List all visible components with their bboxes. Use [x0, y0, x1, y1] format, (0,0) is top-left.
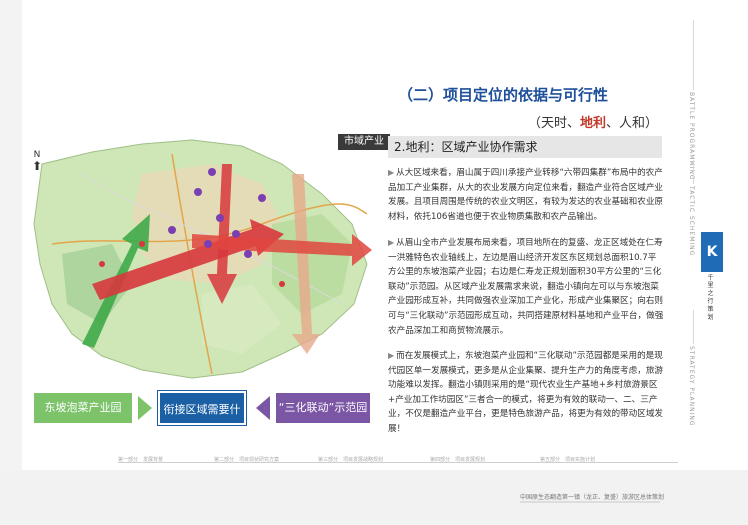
bullet-icon: ▶ [388, 351, 395, 360]
bullet-icon: ▶ [388, 168, 395, 177]
regional-industry-map [22, 134, 380, 380]
box-three-link-park: “三化联动”示范园 [276, 393, 370, 423]
subtitle-pre: （天时、 [528, 116, 581, 131]
paragraph-3-text: 而在发展模式上，东坡泡菜产业园和“三化联动”示范园都是采用的是现代园区单一发展模… [388, 351, 664, 434]
section-heading: 2.地利：区域产业协作需求 [388, 136, 662, 158]
footer-step: 第五部分 项目实施计划 [540, 457, 596, 463]
paragraph-1-text: 从大区域来看，眉山属于四川承接产业转移“六带四集群”布局中的农产品加工产业集群，… [388, 168, 664, 222]
footer-step: 第四部分 项目发展规划 [430, 457, 486, 463]
brand-logo-text: 千 里 之 行 策 划 [706, 274, 713, 320]
arrow-left-icon [256, 396, 270, 420]
map-graphic [22, 134, 380, 380]
brand-logo: K [701, 232, 723, 272]
sidebar-strategy-planning: STRATEGY PLANNING [688, 346, 695, 427]
sidebar-rule [693, 160, 694, 184]
footer-step: 第二部分 项目现状研究方案 [214, 457, 280, 463]
paragraph-2: ▶ 从眉山全市产业发展布局来看，项目地所在的复盛、龙正区域处在仁寿一洪雅特色农业轴… [388, 236, 664, 338]
page-title: （二）项目定位的依据与可行性 [398, 86, 609, 104]
paragraph-3: ▶ 而在发展模式上，东坡泡菜产业园和“三化联动”示范园都是采用的是现代园区单一发展… [388, 349, 664, 437]
subtitle-post: 、人和） [606, 116, 659, 131]
box-dongpo-pickle-park: 东坡泡菜产业园 [34, 393, 132, 423]
subtitle-highlight: 地利 [580, 116, 607, 131]
map-label: 市域产业 [338, 134, 390, 150]
footer-step: 第一部分 发展背景 [118, 457, 164, 463]
footer-underline [520, 501, 660, 503]
left-margin-band [0, 0, 22, 470]
paragraph-2-text: 从眉山全市产业发展布局来看，项目地所在的复盛、龙正区域处在仁寿一洪雅特色农业轴线… [388, 238, 664, 336]
box-region-need: 衔接区域需要什么? [158, 391, 246, 450]
page-subtitle: （天时、地利、人和） [528, 112, 658, 131]
bullet-icon: ▶ [388, 238, 395, 247]
arrow-right-icon [138, 396, 152, 420]
footer-doc-title: 中国原生态翻造第一镇（龙正、复盛）旅游区总体策划 [520, 494, 665, 501]
sidebar-tactic-scheming: TACTIC SCHEMING [688, 186, 695, 257]
footer-step: 第三部分 项目发展战略规划 [318, 457, 384, 463]
sidebar-rule [693, 310, 694, 344]
sidebar-rule [693, 20, 694, 90]
north-arrow-icon: N ⬆ [31, 150, 43, 173]
paragraph-1: ▶ 从大区域来看，眉山属于四川承接产业转移“六带四集群”布局中的农产品加工产业集群… [388, 166, 664, 224]
